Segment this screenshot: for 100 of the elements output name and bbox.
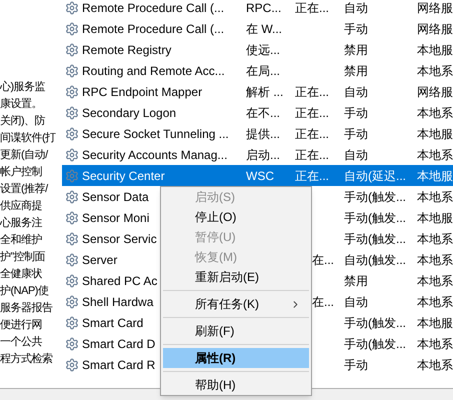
gear-icon: [65, 126, 79, 140]
description-line: 便进行网: [0, 318, 43, 333]
menu-item[interactable]: 刷新(F): [163, 321, 309, 341]
status-text: 正在...: [295, 0, 330, 14]
gear-icon: [65, 210, 79, 224]
logon-text: 本地系: [417, 272, 453, 290]
gear-icon: [65, 148, 79, 162]
startup-type-text: 手动(触发...: [344, 210, 406, 224]
logon-text: 本地服: [417, 314, 453, 332]
service-name: Secure Socket Tunneling ...: [82, 126, 229, 140]
service-name: Sensor Moni: [82, 210, 150, 224]
gear-icon: [65, 190, 79, 204]
logon-text: 本地系: [417, 188, 453, 206]
description-line: 供应商提: [0, 198, 43, 214]
service-name: Security Accounts Manag...: [82, 148, 228, 162]
gear-icon: [65, 22, 79, 36]
logon-text: 本地服: [417, 168, 453, 184]
service-name: Sensor Servic: [82, 232, 157, 246]
service-name: Smart Card: [82, 316, 144, 330]
logon-text: 本地服: [417, 42, 453, 58]
description-text: RPC...: [246, 0, 282, 14]
status-text: 正在...: [295, 84, 330, 98]
service-name: Shell Hardwa: [82, 294, 154, 308]
startup-type-text: 禁用: [344, 64, 368, 78]
startup-type-text: 自动(延迟...: [344, 168, 406, 182]
gear-icon: [65, 358, 79, 372]
description-line: 帐户控制: [0, 164, 43, 180]
service-name: Smart Card R: [82, 358, 156, 372]
gear-icon: [65, 168, 79, 182]
description-line: 服务器报告: [0, 300, 54, 316]
status-text: 正在...: [295, 148, 330, 162]
startup-type-text: 自动: [344, 0, 368, 14]
status-text: 在...: [312, 252, 334, 268]
description-line: 心服务注: [0, 216, 43, 231]
logon-text: 网络服: [417, 84, 453, 100]
startup-type-text: 手动(触发...: [344, 336, 406, 350]
gear-icon: [65, 274, 79, 288]
menu-item[interactable]: 帮助(H): [163, 375, 309, 395]
service-name: Sensor Data: [82, 190, 149, 204]
gear-icon: [65, 232, 79, 246]
logon-text: 网络服: [417, 0, 453, 16]
description-line: 关闭)、防: [0, 114, 46, 129]
startup-type-text: 手动: [344, 126, 368, 140]
description-line: 心)服务监: [0, 80, 46, 95]
gear-icon: [65, 336, 79, 350]
description-line: 护”控制面: [0, 250, 46, 265]
gear-icon: [65, 0, 79, 14]
service-name: Shared PC Ac: [82, 274, 158, 288]
description-text: 解析 ...: [246, 84, 284, 98]
description-line: 康设置。: [0, 96, 43, 112]
startup-type-text: 手动: [344, 106, 368, 120]
gear-icon: [65, 106, 79, 120]
status-text: 正在...: [295, 126, 330, 140]
status-text: 正在...: [295, 168, 330, 182]
menu-item[interactable]: 停止(O): [163, 207, 309, 227]
description-text: 启动...: [246, 148, 280, 162]
startup-type-text: 禁用: [344, 42, 368, 56]
logon-text: 网络服: [417, 20, 453, 38]
description-line: 护(NAP)使: [0, 284, 50, 299]
selected-row[interactable]: Security Center WSC 正在... 自动(延迟... 本地服: [62, 165, 453, 186]
description-line: 一个公共: [0, 335, 43, 350]
service-name: RPC Endpoint Mapper: [82, 84, 202, 98]
menu-item[interactable]: 所有任务(K): [163, 294, 309, 314]
logon-text: 本地系: [417, 336, 453, 352]
logon-text: 本地系: [417, 356, 453, 374]
logon-text: 本地系: [417, 294, 453, 310]
logon-text: 本地服: [417, 210, 453, 226]
service-name: Secondary Logon: [82, 106, 176, 120]
service-name: Smart Card D: [82, 336, 156, 350]
startup-type-text: 手动(触发...: [344, 316, 406, 330]
status-text: 在...: [312, 294, 334, 310]
logon-text: 本地系: [417, 62, 453, 80]
description-line: 程方式检索: [0, 352, 54, 367]
gear-icon: [65, 316, 79, 330]
startup-type-text: 手动(触发...: [344, 190, 406, 204]
description-text: 提供...: [246, 126, 280, 140]
gear-icon: [65, 294, 79, 308]
status-text: 正在...: [295, 106, 330, 120]
description-line: 设置(推荐/: [0, 182, 50, 197]
startup-type-text: 自动: [344, 148, 368, 162]
startup-type-text: 自动: [344, 294, 368, 308]
logon-text: 本地系: [417, 230, 453, 248]
description-line: 全和维护: [0, 232, 43, 248]
description-text: 使远...: [246, 42, 280, 56]
description-text: 在不...: [246, 106, 280, 120]
logon-text: 本地服: [417, 126, 453, 142]
gear-icon: [65, 84, 79, 98]
service-name: Server: [82, 252, 118, 266]
description-line: 间谍软件(打: [0, 131, 57, 146]
description-text: 在 W...: [246, 22, 282, 36]
gear-icon: [65, 252, 79, 266]
service-name: Routing and Remote Acc...: [82, 64, 225, 78]
startup-type-text: 自动: [344, 84, 368, 98]
logon-text: 本地系: [417, 146, 453, 164]
menu-item[interactable]: 属性(R): [163, 348, 309, 368]
description-text: 在局...: [246, 64, 280, 78]
startup-type-text: 手动: [344, 358, 368, 372]
startup-type-text: 禁用: [344, 274, 368, 288]
description-line: 更新(自动/: [0, 148, 50, 163]
menu-item[interactable]: 重新启动(E): [163, 267, 309, 287]
